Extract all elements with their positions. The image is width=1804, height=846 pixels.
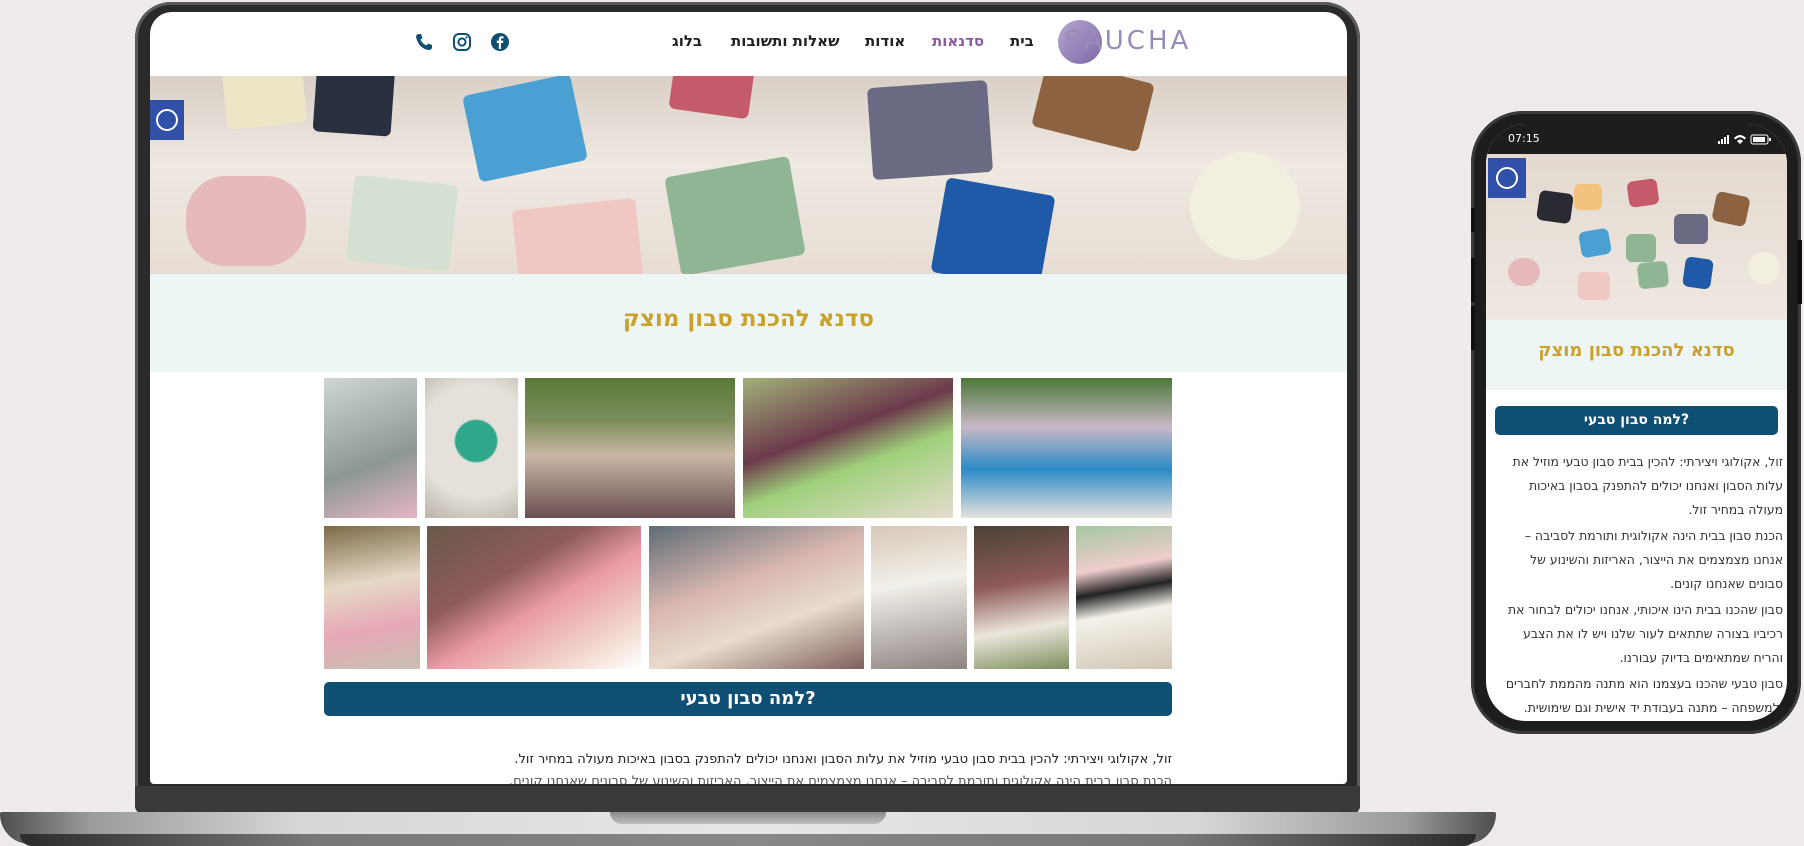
logo-text[interactable]: SAUCHA [1064,26,1191,56]
gallery-photo[interactable] [649,526,864,669]
phone-text-line: רכיביו בצורה שתתאים לעור שלנו ויש לו את … [1523,626,1783,641]
intro-paragraph: זול, אקולוגי ויצירתי: להכין בבית סבון טב… [514,752,1172,767]
gallery-photo[interactable] [324,526,420,669]
gallery-photo[interactable] [974,526,1069,669]
laptop-bezel [135,786,1360,814]
phone-text-line: הכנת סבון בבית הינה אקולוגית ותורמת לסבי… [1524,528,1783,543]
phone-text-line: והריח שמתאימים בדיוק עבורנו. [1619,650,1783,665]
phone-side-button [1471,208,1475,232]
status-icons [1718,134,1771,145]
phone-accessibility-button[interactable] [1488,158,1526,198]
gallery-photo[interactable] [425,378,518,518]
phone-page-title: סדנא להכנת סבון מוצק [1538,340,1735,361]
phone-text-line: סבון טבעי שהכנו בעצמנו הוא מתנה מהממת לח… [1505,676,1783,691]
why-natural-soap-button[interactable]: למה סבון טבעי? [324,682,1172,716]
gallery-photo[interactable] [1076,526,1172,669]
nav-home[interactable]: בית [1010,32,1034,50]
gallery-photo[interactable] [743,378,953,518]
instagram-icon[interactable] [452,32,472,52]
gallery-photo[interactable] [427,526,641,669]
phone-side-button [1471,258,1475,302]
accessibility-icon [156,109,178,131]
phone-icon[interactable] [414,32,434,52]
phone-side-button [1471,306,1475,350]
facebook-icon[interactable] [490,32,510,52]
laptop-base-edge [20,834,1476,846]
gallery-photo[interactable] [871,526,967,669]
phone-hero-soap-image [1486,154,1787,320]
hero-soap-image [150,76,1347,274]
intro-paragraph-2: הכנת סבון בבית הינה אקולוגית ותורמת לסבי… [509,774,1172,784]
accessibility-icon [1496,167,1518,189]
gallery-photo[interactable] [525,378,735,518]
nav-faq[interactable]: שאלות ותשובות [731,32,839,50]
phone-side-button [1797,240,1802,304]
phone-text-line: עלות הסבון ואנחנו יכולים להתפנק בסבון בא… [1529,478,1783,493]
phone-text-line: ולמשפחה – מתנה בעבודת יד אישית וגם שימוש… [1523,700,1783,715]
phone-why-natural-soap-button[interactable]: למה סבון טבעי? [1495,406,1778,435]
gallery-photo[interactable] [324,378,417,518]
phone-time: 07:15 [1508,132,1540,145]
nav-workshops[interactable]: סדנאות [932,32,984,50]
phone-notch [1569,124,1705,146]
laptop-screen: SAUCHA בית סדנאות אודות שאלות ותשובות בל… [150,12,1347,784]
page-title: סדנא להכנת סבון מוצק [622,306,875,332]
phone-text-line: זול, אקולוגי ויצירתי: להכין בבית סבון טב… [1512,454,1783,469]
gallery-photo[interactable] [961,378,1172,518]
nav-blog[interactable]: בלוג [672,32,702,50]
phone-text-line: סבון שהכנו בבית הינו איכותי, אנחנו יכולי… [1507,602,1783,617]
nav-about[interactable]: אודות [865,32,905,50]
phone-text-line: סבונים שאנחנו קונים. [1670,576,1783,591]
phone-text-line: אנחנו מצמצמים את הייצור, האריזות והשינוע… [1530,552,1783,567]
phone-text-line: מעולה במחיר זול. [1688,502,1783,517]
accessibility-button[interactable] [150,100,184,140]
phone-screen: 07:15 סדנא להכנת סבון מוצק למה סבון טבעי… [1486,124,1787,721]
laptop-hinge-notch [610,812,886,824]
